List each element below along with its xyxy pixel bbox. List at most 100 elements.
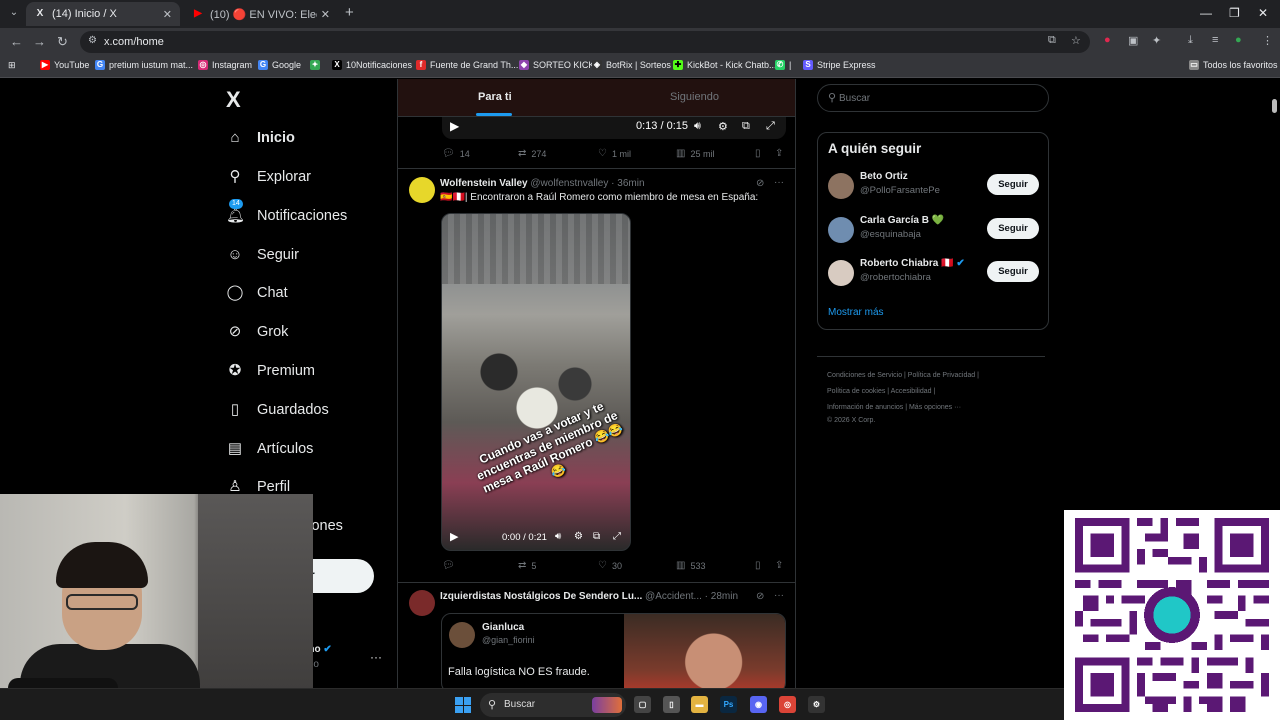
repost-button[interactable]: ⇄ 5 [518,560,536,571]
browser-tab-youtube[interactable]: ▶ (10) 🔴 EN VIVO: Elecciones Ge ✕ [184,2,338,26]
fullscreen-icon[interactable]: ⤢ [613,531,621,542]
avatar[interactable] [828,217,854,243]
suggestion-handle[interactable]: @PolloFarsantePe [860,185,940,196]
install-icon[interactable]: ⧉ [1048,34,1056,47]
bookmark-button[interactable]: ▯ [755,148,766,159]
show-more-link[interactable]: Mostrar más [828,307,884,318]
sidebar-item-premium[interactable]: ✪ Premium [226,356,315,386]
sidebar-item-inicio[interactable]: ⌂ Inicio [226,123,294,153]
bookmark-kickbot[interactable]: ✚ KickBot - Kick Chatb... [673,60,777,70]
app-icon[interactable]: ⚙ [808,696,825,713]
avatar[interactable] [409,177,435,203]
address-bar[interactable]: ⚙ x.com/home [80,31,1090,53]
download-icon[interactable]: ⤓ [1188,34,1193,47]
tweet-time[interactable]: 36min [617,178,644,189]
follow-suggestion[interactable]: Beto Ortiz @PolloFarsantePe Seguir [828,171,1040,201]
follow-button[interactable]: Seguir [987,218,1039,239]
page-scrollbar[interactable] [1272,99,1277,113]
close-tab-icon[interactable]: ✕ [163,8,172,21]
file-explorer-icon[interactable]: ▬ [691,696,708,713]
avatar[interactable] [409,590,435,616]
settings-gear-icon[interactable]: ⚙ [718,120,728,133]
bookmark-10notificaciones[interactable]: X 10Notificaciones [332,60,412,70]
views-button[interactable]: ▥ 533 [676,560,705,571]
bookmark-button[interactable]: ▯ [755,560,766,571]
taskbar-search[interactable]: ⚲ Buscar [480,693,626,717]
more-options-icon[interactable]: ··· [774,177,784,188]
follow-suggestion[interactable]: Carla García B 💚 @esquinabaja Seguir [828,215,1040,245]
tweet-time[interactable]: 28min [711,591,738,602]
all-bookmarks[interactable]: ▭ Todos los favoritos [1189,60,1278,70]
previous-video-player[interactable]: ▶ 0:13 / 0:15 🔊︎ ⚙ ⧉ ⤢ [442,117,786,139]
sidebar-item-seguir[interactable]: ☺ Seguir [226,240,299,270]
bookmark-stripe[interactable]: S Stripe Express [803,60,876,70]
bookmark-unnamed[interactable]: ✦ [310,60,324,70]
apps-grid-icon[interactable]: ⊞ [8,60,16,71]
suggestion-handle[interactable]: @robertochiabra [860,272,931,283]
author-name[interactable]: Wolfenstein Valley [440,178,528,189]
site-info-icon[interactable]: ⚙ [88,35,97,46]
footer-links[interactable]: Información de anuncios | Más opciones ·… [827,404,1047,411]
author-handle[interactable]: @wolfenstnvalley [530,178,608,189]
views-button[interactable]: ▥ 25 mil [676,148,714,159]
suggestion-name[interactable]: Carla García B 💚 [860,215,944,226]
close-window-icon[interactable]: ✕ [1258,6,1268,20]
sidebar-item-grok[interactable]: ⊘ Grok [226,317,289,347]
volume-icon[interactable]: 🔊︎ [694,120,701,133]
share-button[interactable]: ⇪ [775,560,788,571]
more-options-icon[interactable]: ··· [774,590,784,601]
app-icon[interactable]: ▯ [663,696,680,713]
extensions-puzzle-icon[interactable]: ✦ [1152,34,1161,47]
task-view-icon[interactable]: ▢ [634,696,651,713]
play-icon[interactable]: ▶ [450,119,459,133]
sidebar-item-chat[interactable]: ◯ Chat [226,278,288,308]
tab-for-you[interactable]: Para ti [478,91,512,103]
grok-tweet-icon[interactable]: ⊘ [756,178,764,189]
x-logo-icon[interactable]: X [226,87,241,113]
settings-gear-icon[interactable]: ⚙ [574,531,583,542]
footer-links[interactable]: Política de cookies | Accesibilidad | [827,388,1047,395]
extension-icon[interactable]: ▣ [1128,34,1138,47]
like-button[interactable]: ♡ 30 [598,560,622,571]
follow-suggestion[interactable]: Roberto Chiabra 🇵🇪 ✔ @robertochiabra Seg… [828,258,1040,288]
search-box[interactable]: ⚲ [817,84,1049,112]
account-more-icon[interactable]: ··· [370,650,382,664]
author-name[interactable]: Izquierdistas Nostálgicos De Sendero Lu.… [440,591,642,602]
play-icon[interactable]: ▶ [450,530,458,543]
bookmark-google[interactable]: G Google [258,60,301,70]
pip-icon[interactable]: ⧉ [593,531,600,542]
fullscreen-icon[interactable]: ⤢ [766,120,775,133]
reload-icon[interactable]: ↻ [57,34,68,50]
bookmark-sorteo-kick[interactable]: ◆ SORTEO KICK [519,60,594,70]
tab-search-icon[interactable]: ⌄ [6,5,22,21]
bookmark-instagram[interactable]: ◎ Instagram [198,60,252,70]
tweet-video[interactable]: Cuando vas a votar y te encuentras de mi… [441,213,631,551]
avatar[interactable] [828,173,854,199]
pip-icon[interactable]: ⧉ [742,120,750,133]
volume-icon[interactable]: 🔊︎ [555,531,561,542]
bookmark-whatsapp[interactable]: ✆ | [775,60,791,70]
browser-menu-icon[interactable]: ⋮ [1262,34,1273,47]
minimize-icon[interactable]: — [1200,6,1212,20]
back-icon[interactable]: ← [10,34,23,49]
bookmark-pretium[interactable]: Gpretium iustum mat... [95,60,193,70]
sidebar-item-explorar[interactable]: ⚲ Explorar [226,162,312,192]
sidebar-item-notificaciones[interactable]: 🔔︎ 14 Notificaciones [226,199,347,231]
browser-tab-x[interactable]: X (14) Inicio / X ✕ [26,2,180,26]
bookmark-gta[interactable]: f Fuente de Grand Th... [416,60,518,70]
media-control-icon[interactable]: ≡ [1212,34,1218,46]
follow-button[interactable]: Seguir [987,174,1039,195]
footer-links[interactable]: Condiciones de Servicio | Política de Pr… [827,372,1047,379]
bookmark-youtube[interactable]: ▶ YouTube [40,60,89,70]
photoshop-icon[interactable]: Ps [720,696,737,713]
bookmark-botrix[interactable]: ◈ BotRix | Sorteos [592,60,671,70]
extension-icon[interactable]: ● [1104,34,1111,46]
reply-button[interactable]: 💬︎ [442,560,460,571]
avatar[interactable] [828,260,854,286]
repost-button[interactable]: ⇄ 274 [518,148,546,159]
author-handle[interactable]: @Accident... [645,591,702,602]
follow-button[interactable]: Seguir [987,261,1039,282]
chrome-icon[interactable]: ◎ [779,696,796,713]
suggestion-name[interactable]: Roberto Chiabra 🇵🇪 ✔ [860,258,965,269]
reply-button[interactable]: 💬︎ 14 [442,148,470,159]
